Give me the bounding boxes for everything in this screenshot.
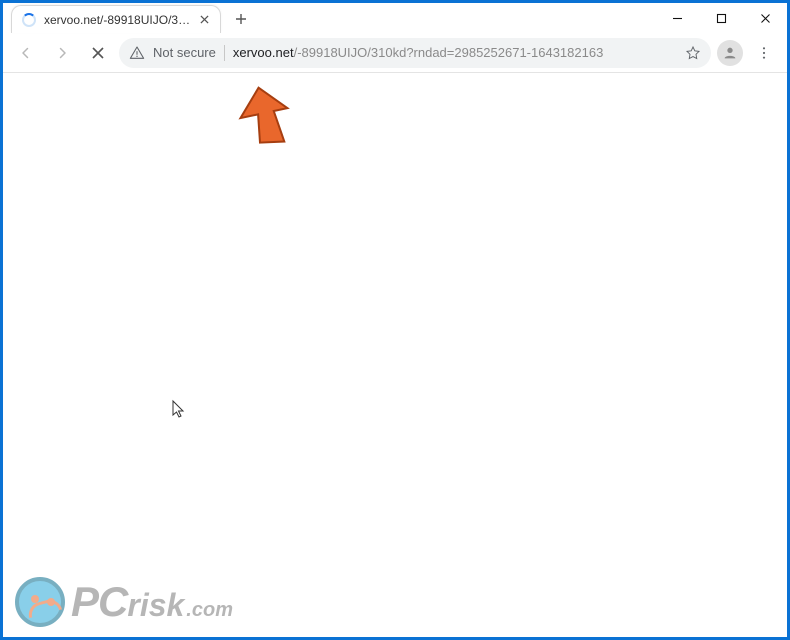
minimize-button[interactable] [655,3,699,33]
dots-vertical-icon [756,45,772,61]
loading-spinner-icon [22,13,36,27]
url-text: xervoo.net/-89918UIJO/310kd?rndad=298525… [233,45,677,60]
watermark-part3: .com [186,599,233,622]
maximize-button[interactable] [699,3,743,33]
bookmark-star-icon[interactable] [685,45,701,61]
watermark-part2: risk [127,587,184,624]
tab-title: xervoo.net/-89918UIJO/310kd?rn [44,13,192,27]
logo-ball-icon [15,577,65,627]
watermark-logo: PC risk .com [15,577,233,627]
back-button[interactable] [11,38,41,68]
person-icon [722,45,738,61]
minimize-icon [672,13,683,24]
arrow-left-icon [17,44,35,62]
page-content [3,73,787,637]
forward-button[interactable] [47,38,77,68]
maximize-icon [716,13,727,24]
close-icon [91,46,105,60]
warning-icon [129,45,145,61]
plus-icon [235,13,247,25]
profile-button[interactable] [717,40,743,66]
tab-close-button[interactable] [196,12,212,28]
browser-menu-button[interactable] [749,38,779,68]
address-bar[interactable]: Not secure xervoo.net/-89918UIJO/310kd?r… [119,38,711,68]
watermark-part1: PC [71,578,127,626]
url-path: /-89918UIJO/310kd?rndad=2985252671-16431… [294,45,604,60]
close-icon [200,15,209,24]
new-tab-button[interactable] [227,5,255,33]
browser-window: xervoo.net/-89918UIJO/310kd?rn [0,0,790,640]
window-close-button[interactable] [743,3,787,33]
stop-reload-button[interactable] [83,38,113,68]
window-controls [655,3,787,33]
arrow-right-icon [53,44,71,62]
watermark-text: PC risk .com [71,578,233,626]
url-host: xervoo.net [233,45,294,60]
toolbar-right [717,38,779,68]
browser-toolbar: Not secure xervoo.net/-89918UIJO/310kd?r… [3,33,787,73]
tabs-row: xervoo.net/-89918UIJO/310kd?rn [3,3,255,33]
browser-tab[interactable]: xervoo.net/-89918UIJO/310kd?rn [11,5,221,33]
separator [224,45,225,61]
close-icon [760,13,771,24]
not-secure-label: Not secure [153,45,216,60]
titlebar: xervoo.net/-89918UIJO/310kd?rn [3,3,787,33]
